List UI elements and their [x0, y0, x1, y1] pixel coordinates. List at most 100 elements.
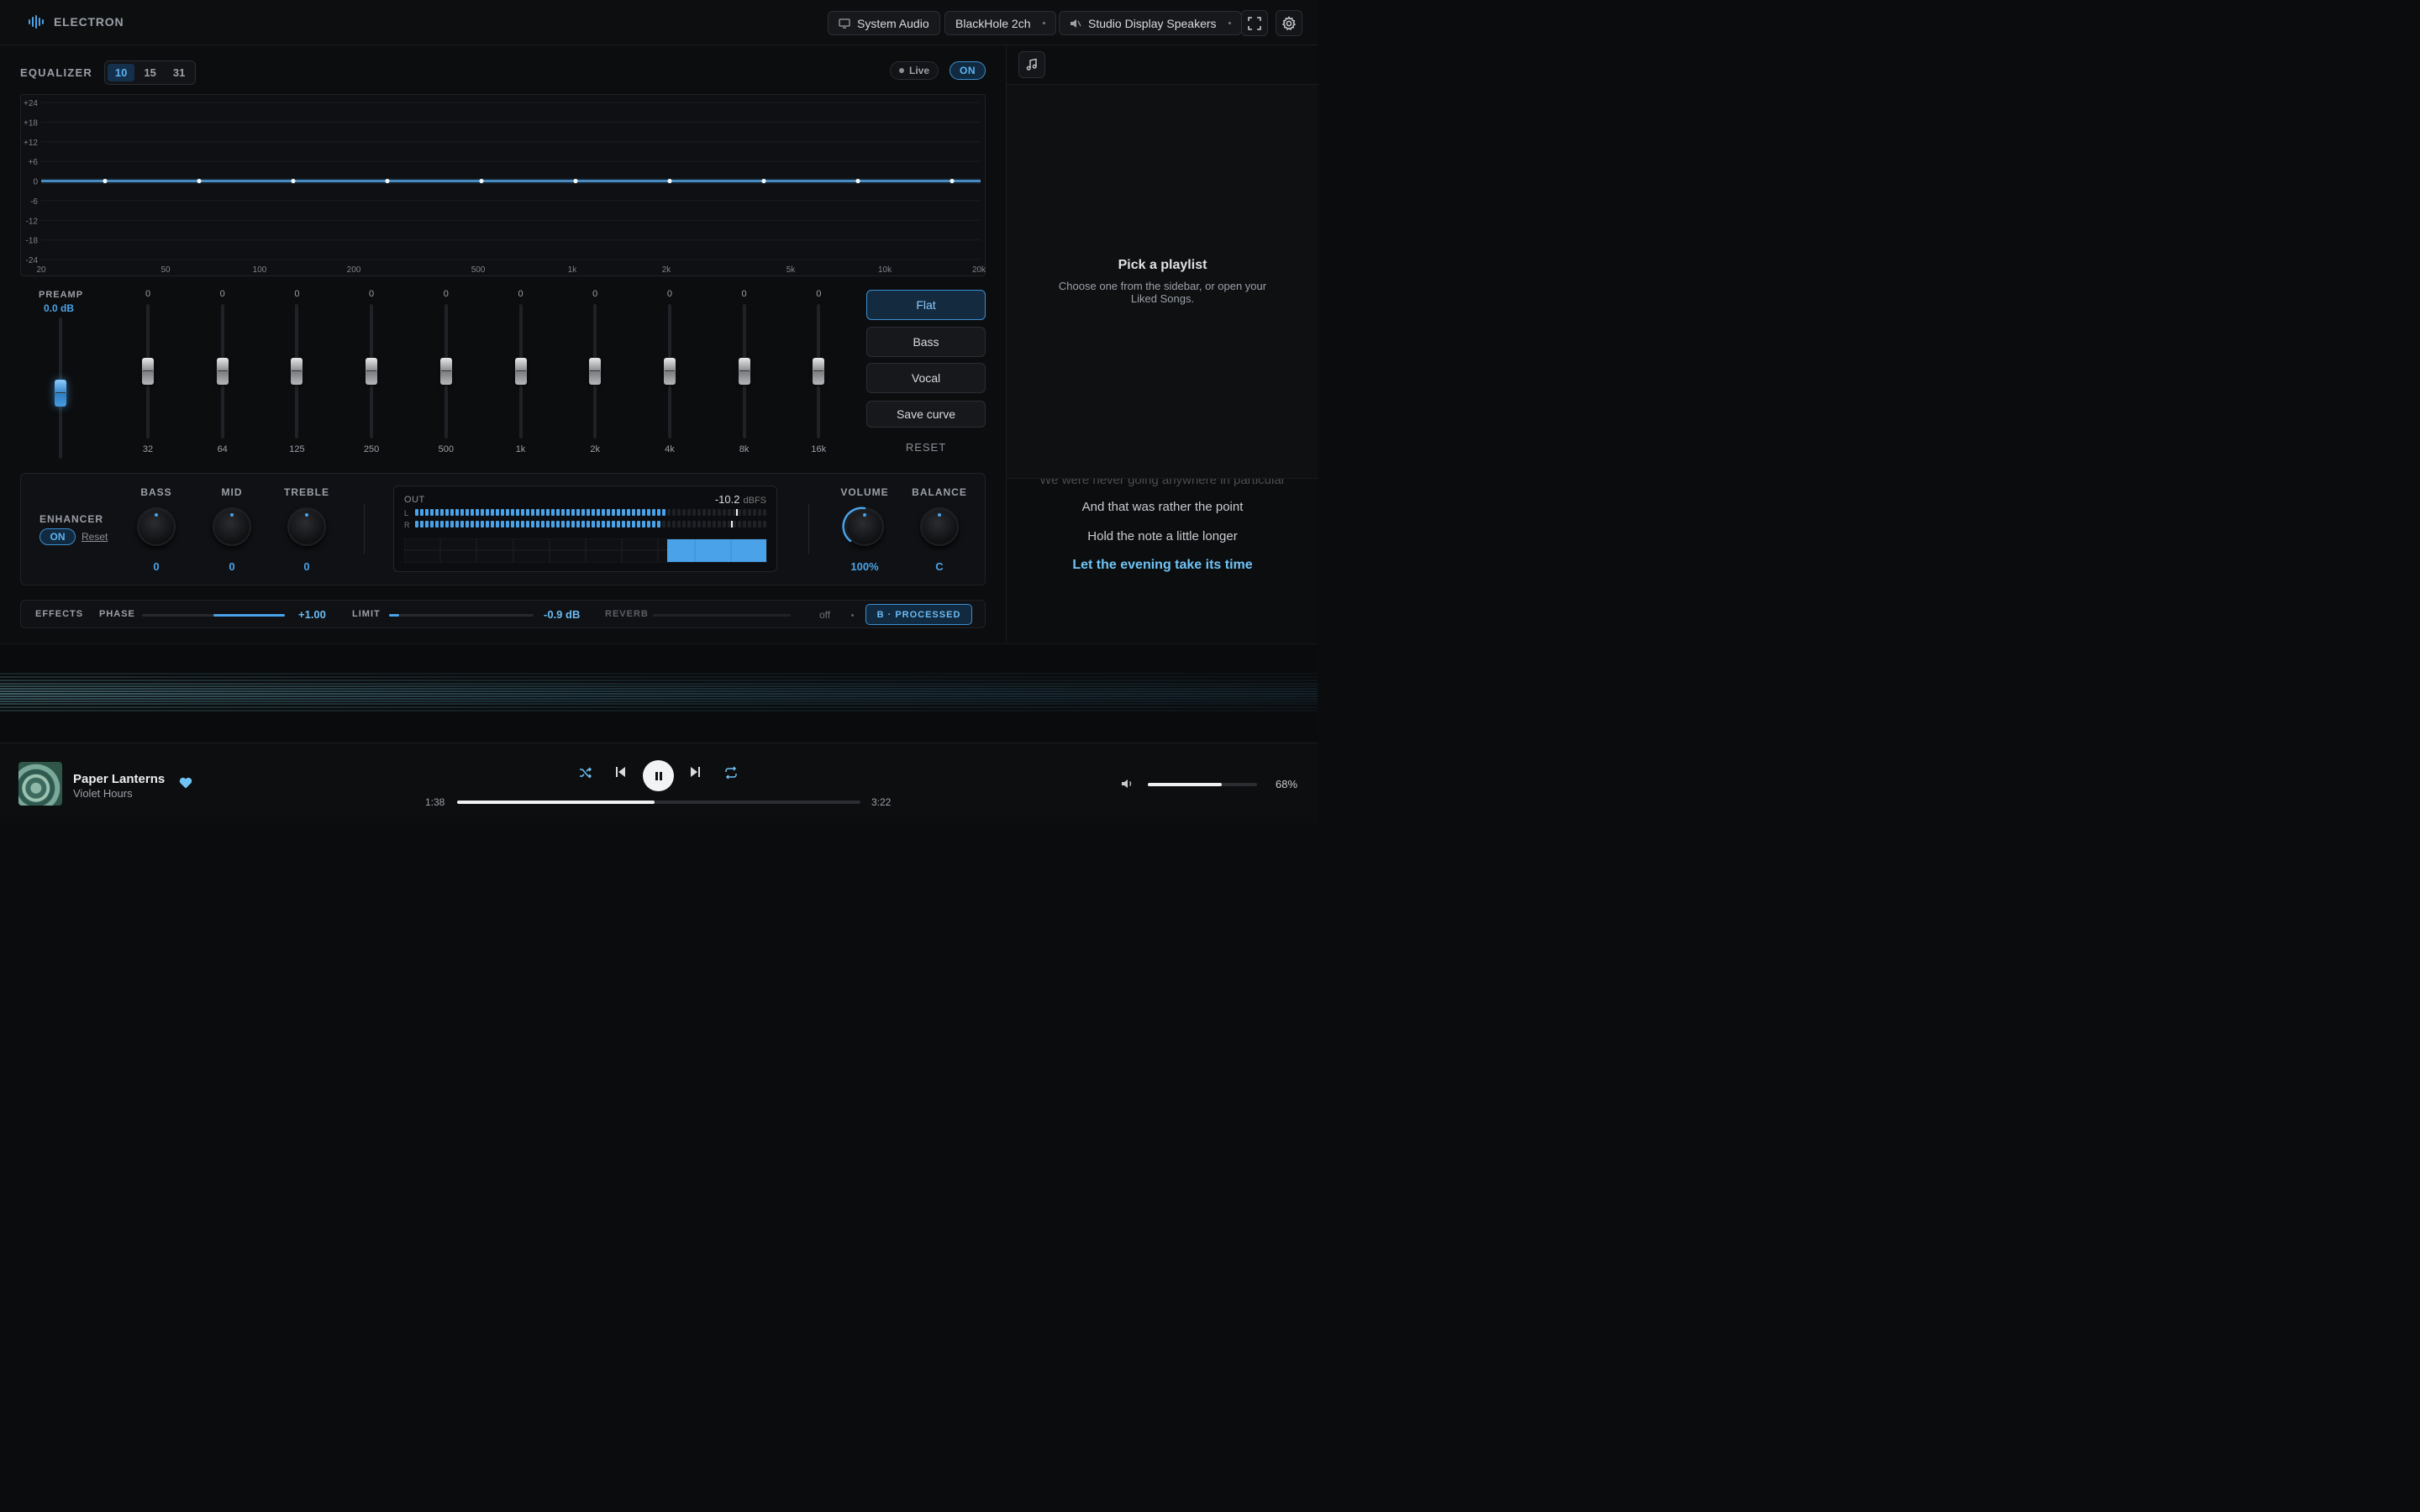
meter-peak-marker [731, 521, 733, 528]
reverb-value: off [819, 609, 831, 621]
phase-slider[interactable] [142, 614, 285, 617]
total-duration: 3:22 [871, 796, 892, 808]
app-window: ELECTRON System Audio BlackHole 2ch Stud… [0, 0, 1318, 823]
gear-icon [1281, 15, 1297, 30]
y-tick-label: -12 [26, 217, 39, 226]
empty-state-subtitle: Choose one from the sidebar, or open you… [1058, 280, 1267, 305]
meter-segment [617, 521, 620, 528]
eq-band-node[interactable] [855, 178, 860, 184]
limit-slider[interactable] [389, 614, 534, 617]
next-button[interactable] [688, 765, 702, 779]
enhancer-reset-link[interactable]: Reset [82, 531, 108, 543]
playlist-button[interactable] [1018, 51, 1045, 78]
eq-band-node[interactable] [479, 178, 484, 184]
meter-segment [481, 509, 484, 516]
like-button[interactable] [179, 777, 192, 793]
mute-button[interactable] [1121, 778, 1134, 794]
meter-segment [723, 521, 726, 528]
enhancer-title: ENHANCER [39, 513, 104, 525]
previous-button[interactable] [614, 765, 628, 779]
x-tick-label: 5k [786, 265, 797, 275]
reverb-slider[interactable] [653, 614, 791, 617]
band-slider-handle[interactable] [514, 358, 527, 385]
ab-processed-toggle[interactable]: B · PROCESSED [865, 604, 972, 625]
band-frequency-label: 125 [289, 444, 305, 454]
track-artist[interactable]: Violet Hours [73, 787, 133, 800]
eq-band-node[interactable] [667, 178, 672, 184]
meter-segment [581, 509, 585, 516]
band-mode-toggle: 10 15 31 [103, 60, 197, 85]
meter-segment [506, 509, 509, 516]
y-tick-label: -18 [26, 237, 39, 246]
meter-segment [662, 521, 666, 528]
repeat-button[interactable] [723, 765, 739, 780]
eq-band-node[interactable] [197, 178, 202, 184]
eq-curve-svg: +24 +18 +12 +6 0 -6 -12 -18 -2420 50 100 200 500 1k 2k… [24, 99, 986, 275]
eq-on-toggle[interactable]: ON [950, 61, 986, 80]
eq-band-node[interactable] [291, 178, 296, 184]
balance-knob[interactable] [920, 507, 959, 546]
band-slider-handle[interactable] [663, 358, 676, 385]
meter-segment [632, 521, 635, 528]
meter-segment [496, 509, 499, 516]
eq-curve-graph[interactable]: +24 +18 +12 +6 0 -6 -12 -18 -24 20 50 100 200 500 1k 2k… [20, 94, 986, 276]
fullscreen-button[interactable] [1241, 10, 1268, 36]
band-gain-value: 0 [294, 289, 300, 299]
band-frequency-label: 4k [665, 444, 675, 454]
track-title[interactable]: Paper Lanterns [73, 772, 165, 786]
eq-band-node[interactable] [573, 178, 578, 184]
meter-segment [420, 509, 424, 516]
band-slider-handle[interactable] [366, 358, 378, 385]
eq-band-node[interactable] [761, 178, 766, 184]
band-slider-handle[interactable] [738, 358, 750, 385]
volume-slider[interactable] [1148, 783, 1257, 786]
eq-reset-button[interactable]: RESET [866, 441, 986, 454]
meter-left-label: L [404, 509, 409, 517]
meter-segment [511, 509, 514, 516]
bass-knob[interactable] [137, 507, 176, 546]
preset-vocal-button[interactable]: Vocal [866, 363, 986, 393]
treble-knob[interactable] [287, 507, 326, 546]
eq-band-node[interactable] [385, 178, 390, 184]
meter-segment [702, 521, 706, 528]
volume-knob[interactable] [842, 507, 884, 546]
band-slider-handle[interactable] [813, 358, 825, 385]
preset-flat-button[interactable]: Flat [866, 290, 986, 320]
band-mode-31[interactable]: 31 [166, 64, 192, 81]
music-note-icon [1026, 58, 1037, 71]
source-selector[interactable]: System Audio [828, 11, 940, 35]
preset-bass-button[interactable]: Bass [866, 327, 986, 357]
enhancer-on-toggle[interactable]: ON [39, 528, 76, 545]
monitor-icon [839, 18, 850, 29]
output-device-selector[interactable]: Studio Display Speakers [1059, 11, 1242, 35]
band-mode-15[interactable]: 15 [136, 64, 163, 81]
band-frequency-label: 8k [739, 444, 750, 454]
band-slider-handle[interactable] [439, 358, 452, 385]
meter-segment [687, 509, 691, 516]
pause-button[interactable] [643, 760, 674, 791]
meter-segment [466, 509, 469, 516]
eq-band-node[interactable] [950, 178, 955, 184]
save-curve-button[interactable]: Save curve [866, 401, 986, 428]
meter-segment [642, 521, 645, 528]
band-gain-value: 0 [443, 289, 449, 299]
preamp-slider-handle[interactable] [55, 380, 66, 407]
meter-segment [587, 521, 590, 528]
band-slider-handle[interactable] [589, 358, 602, 385]
shuffle-button[interactable] [578, 765, 593, 780]
live-toggle[interactable]: Live [890, 61, 939, 80]
progress-bar[interactable] [457, 801, 860, 804]
band-mode-10[interactable]: 10 [107, 64, 135, 81]
eq-band-node[interactable] [103, 178, 108, 184]
settings-button[interactable] [1276, 10, 1302, 36]
band-slider-handle[interactable] [291, 358, 303, 385]
x-tick-label: 10k [878, 265, 892, 275]
meter-segment [667, 521, 671, 528]
album-art[interactable] [18, 762, 62, 806]
band-gain-value: 0 [219, 289, 225, 299]
mid-knob[interactable] [213, 507, 251, 546]
band-slider-handle[interactable] [142, 358, 154, 385]
input-device-selector[interactable]: BlackHole 2ch [944, 11, 1056, 35]
band-slider-handle[interactable] [216, 358, 229, 385]
meter-segment [556, 509, 560, 516]
